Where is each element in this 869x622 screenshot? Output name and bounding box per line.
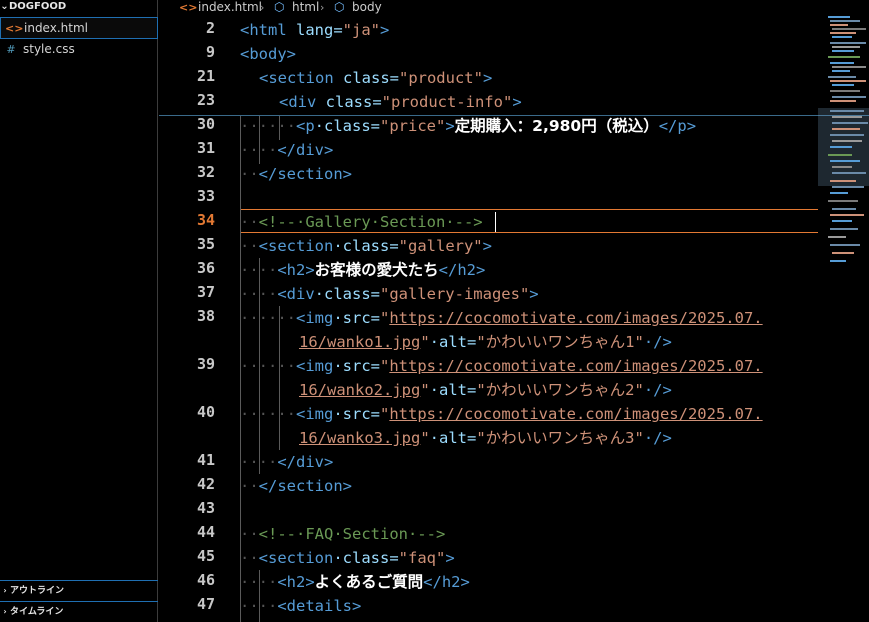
minimap[interactable] xyxy=(818,14,869,274)
code-line-current: ··<!--·Gallery·Section·--> xyxy=(240,213,483,231)
code-line-wrap: 16/wanko2.jpg"·alt="かわいいワンちゃん2"·/> xyxy=(299,381,672,399)
code-line: ····<details> xyxy=(240,597,362,615)
html-file-icon: <> xyxy=(179,1,198,14)
code-line: ··</section> xyxy=(240,477,352,495)
element-cube-icon: ⬡ xyxy=(274,0,285,14)
line-number: 43 xyxy=(196,499,215,517)
line-number: 2 xyxy=(205,19,215,37)
code-line: ··<section·class="faq"> xyxy=(240,549,455,567)
line-number: 44 xyxy=(196,523,215,541)
line-number: 23 xyxy=(196,91,215,109)
chevron-right-icon: › xyxy=(3,607,7,616)
line-number: 46 xyxy=(196,571,215,589)
line-number: 30 xyxy=(196,115,215,133)
code-line: ··<!--·FAQ·Section·--> xyxy=(240,525,446,543)
url-link[interactable]: 16/wanko1.jpg xyxy=(299,333,420,351)
breadcrumb-body[interactable]: body xyxy=(352,0,382,15)
code-line: ····</div> xyxy=(240,453,334,471)
line-number: 36 xyxy=(196,259,215,277)
outline-label: アウトライン xyxy=(10,586,65,596)
line-number: 35 xyxy=(196,235,215,253)
code-line: <section class="product"> xyxy=(259,69,493,87)
line-number: 39 xyxy=(196,355,215,373)
url-link[interactable]: 16/wanko2.jpg xyxy=(299,381,420,399)
line-number: 9 xyxy=(205,43,215,61)
file-name: index.html xyxy=(24,21,88,35)
line-number: 32 xyxy=(196,163,215,181)
line-number: 45 xyxy=(196,547,215,565)
url-link[interactable]: https://cocomotivate.com/images/2025.07. xyxy=(389,309,762,327)
line-number: 31 xyxy=(196,139,215,157)
code-line: ····<h2>お客様の愛犬たち</h2> xyxy=(240,261,486,279)
url-link[interactable]: https://cocomotivate.com/images/2025.07. xyxy=(389,405,762,423)
timeline-panel-header[interactable]: › タイムライン xyxy=(0,601,158,622)
code-line: ······<img·src="https://cocomotivate.com… xyxy=(240,309,763,327)
breadcrumb: <> index.html › ⬡ html › ⬡ body xyxy=(159,0,869,16)
chevron-right-icon: › xyxy=(320,1,325,14)
breadcrumb-file[interactable]: index.html xyxy=(198,0,262,15)
timeline-label: タイムライン xyxy=(10,607,64,617)
chevron-down-icon: ⌄ xyxy=(0,1,9,12)
code-line: ··</section> xyxy=(240,165,352,183)
project-title: DOGFOOD xyxy=(9,1,67,12)
line-number: 40 xyxy=(196,403,215,421)
chevron-right-icon: › xyxy=(260,1,265,14)
line-number: 33 xyxy=(196,187,215,205)
line-number-current: 34 xyxy=(196,211,215,229)
file-item-index-html[interactable]: <>index.html xyxy=(0,17,158,39)
code-line: ····<h2>よくあるご質問</h2> xyxy=(240,573,470,591)
line-number: 21 xyxy=(196,67,215,85)
explorer-sidebar: ⌄DOGFOOD <>index.html # style.css › アウトライン… xyxy=(0,0,158,622)
outline-panel-header[interactable]: › アウトライン xyxy=(0,580,158,601)
line-number: 42 xyxy=(196,475,215,493)
breadcrumb-html[interactable]: html xyxy=(292,0,319,15)
code-editor[interactable]: <> index.html › ⬡ html › ⬡ body 2 9 21 2… xyxy=(159,0,869,622)
code-line: ····<div·class="gallery-images"> xyxy=(240,285,539,303)
chevron-right-icon: › xyxy=(3,586,7,595)
code-line: ····</div> xyxy=(240,141,334,159)
code-line: ······<img·src="https://cocomotivate.com… xyxy=(240,357,763,375)
url-link[interactable]: https://cocomotivate.com/images/2025.07. xyxy=(389,357,762,375)
line-number: 37 xyxy=(196,283,215,301)
code-line-wrap: 16/wanko3.jpg"·alt="かわいいワンちゃん3"·/> xyxy=(299,429,672,447)
url-link[interactable]: 16/wanko3.jpg xyxy=(299,429,420,447)
element-cube-icon: ⬡ xyxy=(334,0,345,14)
code-line: <html lang="ja"> xyxy=(240,21,390,39)
html-file-icon: <> xyxy=(5,22,24,35)
project-folder[interactable]: ⌄DOGFOOD xyxy=(0,0,158,16)
file-name: style.css xyxy=(23,42,75,56)
code-line: ······<p·class="price">定期購入：2,980円（税込）</… xyxy=(240,117,697,135)
line-number: 38 xyxy=(196,307,215,325)
file-item-style-css[interactable]: # style.css xyxy=(0,39,158,61)
code-line: ··<section·class="gallery"> xyxy=(240,237,492,255)
line-number: 41 xyxy=(196,451,215,469)
code-line: <div class="product-info"> xyxy=(279,93,522,111)
text-cursor xyxy=(495,212,496,232)
css-file-icon: # xyxy=(6,43,16,56)
code-line: <body> xyxy=(240,45,296,63)
line-number: 47 xyxy=(196,595,215,613)
code-line: ······<img·src="https://cocomotivate.com… xyxy=(240,405,763,423)
code-line-wrap: 16/wanko1.jpg"·alt="かわいいワンちゃん1"·/> xyxy=(299,333,672,351)
